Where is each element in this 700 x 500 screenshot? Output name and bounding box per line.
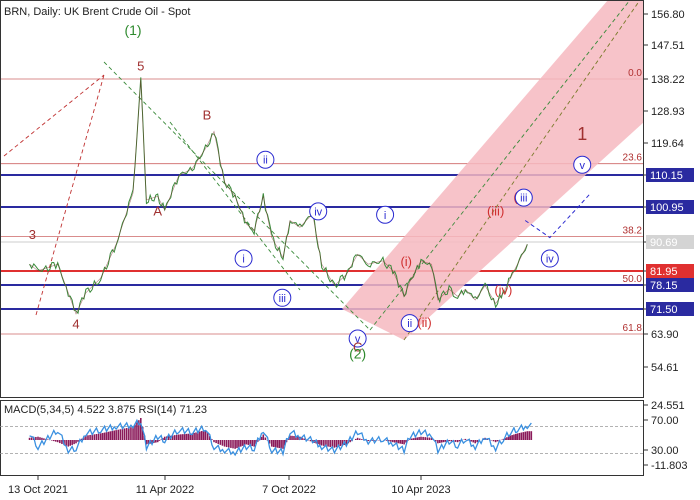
wave-label-16: (ii): [417, 315, 431, 330]
chart-root: (1)5BA34iiiiiiiv iviiC(2)(i)(ii)(iii)(iv)…: [0, 0, 700, 500]
wave-label-14: (2): [349, 346, 366, 362]
price-tick-label-1: 147.51: [651, 40, 685, 52]
wave-label-2: B: [203, 107, 212, 122]
indicator-tick-label-0: 24.551: [651, 400, 685, 412]
price-badge-1: 100.95: [650, 202, 684, 214]
fib-label-0: 0.0: [628, 68, 642, 79]
wave-label-23: 1: [577, 124, 587, 144]
fib-label-4: 38.2: [623, 226, 643, 237]
wave-label-4: 3: [29, 227, 36, 242]
fib-label-6: 50.0: [623, 274, 643, 285]
fib-label-1: 23.6: [623, 153, 643, 164]
wave-label-17: (iii): [487, 203, 504, 218]
wave-label-20: iii: [520, 193, 527, 205]
time-tick-label-0: 13 Oct 2021: [8, 484, 68, 496]
price-tick-label-11: 63.90: [651, 329, 679, 341]
wave-label-12: ii: [407, 318, 412, 330]
wave-label-3: A: [153, 203, 162, 218]
indicator-title: MACD(5,34,5) 4.522 3.875 RSI(14) 71.23: [4, 404, 207, 416]
price-badge-3: 81.95: [650, 266, 678, 278]
wave-label-8: iii: [279, 293, 286, 305]
wave-label-9: iv: [314, 206, 322, 218]
price-tick-label-2: 138.22: [651, 74, 685, 86]
wave-label-15: (i): [400, 254, 412, 269]
price-tick-label-3: 128.93: [651, 106, 685, 118]
wave-label-6: ii: [263, 155, 268, 167]
time-tick-label-2: 7 Oct 2022: [262, 484, 316, 496]
wave-label-1: 5: [137, 59, 144, 74]
price-badge-5: 71.50: [650, 304, 678, 316]
time-tick-label-1: 11 Apr 2022: [136, 484, 195, 496]
price-badge-4: 78.15: [650, 280, 678, 292]
indicator-tick-label-2: 30.00: [651, 445, 679, 457]
wave-label-5: 4: [72, 317, 79, 332]
price-tick-label-4: 119.64: [651, 138, 684, 150]
wave-label-18: (iv): [494, 283, 512, 298]
wave-label-21: iv: [546, 254, 554, 266]
indicator-tick-label-1: 70.00: [651, 415, 679, 427]
price-badge-2: 90.69: [650, 237, 678, 249]
wave-label-22: v: [579, 160, 585, 172]
fib-label-8: 61.8: [623, 323, 643, 334]
wave-label-7: i: [242, 254, 244, 266]
chart-title: BRN, Daily: UK Brent Crude Oil - Spot: [4, 6, 190, 18]
price-tick-label-0: 156.80: [651, 9, 685, 21]
wave-label-10: i: [384, 210, 386, 222]
indicator-tick-label-3: -11.803: [651, 460, 688, 472]
time-tick-label-3: 10 Apr 2023: [391, 484, 450, 496]
price-badge-0: 110.15: [650, 170, 683, 182]
price-tick-label-12: 54.61: [651, 362, 679, 374]
wave-label-0: (1): [124, 22, 141, 38]
